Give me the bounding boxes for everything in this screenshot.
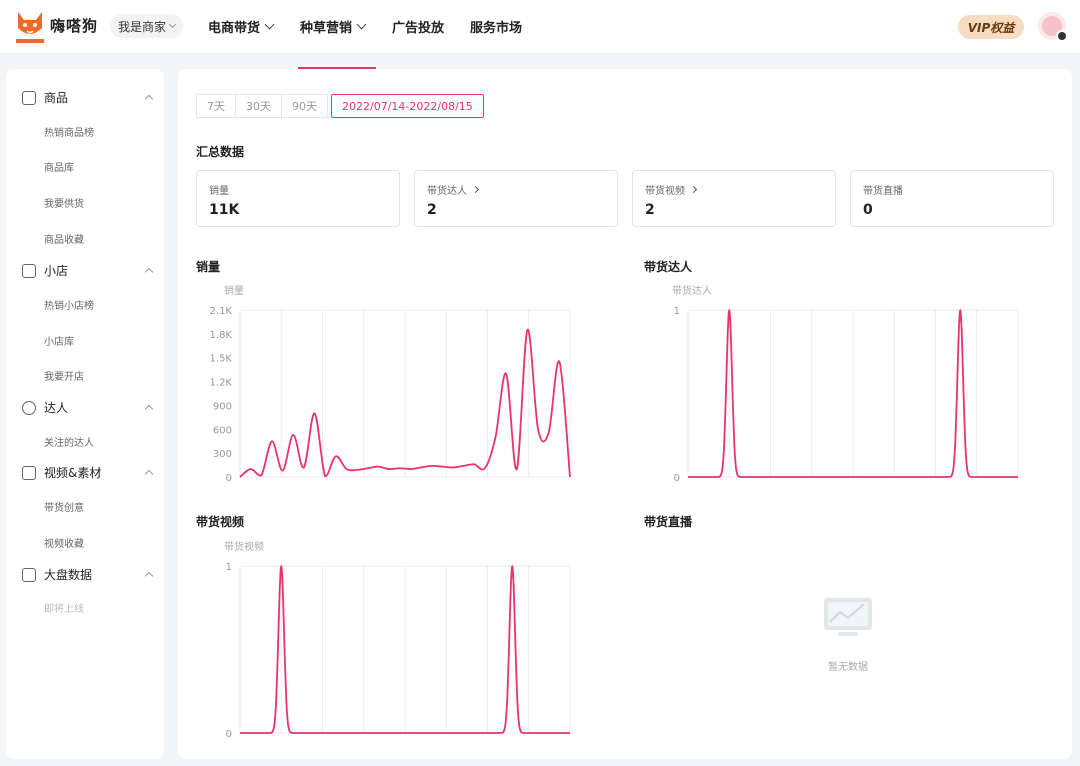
nav-label: 广告投放 bbox=[392, 21, 445, 36]
top-header: 嗨嗒狗 我是商家 电商带货 种草营销 广告投放 服务市场 VIP权益 bbox=[0, 0, 1080, 54]
chevron-up-icon bbox=[144, 404, 154, 414]
sidebar-item-video-fav[interactable]: 视频收藏 bbox=[44, 535, 84, 550]
sidebar-item-hot-goods[interactable]: 热销商品榜 bbox=[44, 124, 94, 139]
y-tick-label: 1 bbox=[226, 562, 232, 573]
card-label: 带货视频 bbox=[645, 182, 698, 197]
card-label: 销量 bbox=[209, 186, 229, 197]
nav-services[interactable]: 服务市场 bbox=[470, 17, 522, 36]
sidebar-item-goods-fav[interactable]: 商品收藏 bbox=[44, 231, 84, 246]
card-value: 11K bbox=[209, 202, 240, 218]
y-tick-label: 0 bbox=[674, 473, 680, 484]
bag-icon bbox=[22, 90, 36, 105]
sidebar-group-label: 商品 bbox=[44, 91, 69, 105]
card-sales: 销量 11K bbox=[196, 170, 400, 227]
role-label: 我是商家 bbox=[118, 19, 167, 34]
y-tick-label: 0 bbox=[226, 729, 232, 740]
empty-chart-icon bbox=[824, 598, 872, 636]
star-icon bbox=[22, 400, 36, 415]
card-creators[interactable]: 带货达人 2 bbox=[414, 170, 618, 227]
empty-text: 暂无数据 bbox=[828, 662, 868, 673]
dashboard-icon bbox=[22, 567, 36, 582]
card-live: 带货直播 0 bbox=[850, 170, 1054, 227]
range-90d[interactable]: 90天 bbox=[281, 94, 328, 118]
y-tick-label: 900 bbox=[213, 401, 232, 412]
sidebar-item-followed-creators[interactable]: 关注的达人 bbox=[44, 434, 94, 449]
live-chart-title: 带货直播 bbox=[644, 515, 693, 529]
video-icon bbox=[22, 465, 36, 480]
y-tick-label: 600 bbox=[213, 425, 232, 436]
card-label: 带货直播 bbox=[863, 186, 903, 197]
videos-chart-title: 带货视频 bbox=[196, 515, 245, 529]
card-value: 2 bbox=[645, 202, 655, 218]
sidebar-item-creatives[interactable]: 带货创意 bbox=[44, 499, 84, 514]
range-7d[interactable]: 7天 bbox=[196, 94, 236, 118]
videos-line-chart: 带货视频 0 1 bbox=[224, 540, 571, 740]
chevron-up-icon bbox=[144, 571, 154, 581]
chevron-down-icon bbox=[264, 19, 275, 30]
nav-seeding[interactable]: 种草营销 bbox=[300, 17, 367, 36]
series-label: 销量 bbox=[224, 284, 244, 297]
role-select[interactable]: 我是商家 bbox=[110, 14, 184, 38]
sidebar-item-hot-shops[interactable]: 热销小店榜 bbox=[44, 297, 94, 312]
card-value: 0 bbox=[863, 202, 873, 218]
sidebar-item-goods-lib[interactable]: 商品库 bbox=[44, 159, 74, 174]
nav-label: 服务市场 bbox=[470, 21, 523, 36]
sidebar-group-market[interactable]: 大盘数据 bbox=[22, 566, 154, 583]
chevron-up-icon bbox=[144, 267, 154, 277]
avatar[interactable] bbox=[1038, 12, 1068, 42]
sidebar-group-label: 小店 bbox=[44, 264, 69, 278]
chevron-down-icon bbox=[356, 19, 367, 30]
live-empty-state: 暂无数据 bbox=[820, 596, 876, 673]
card-videos[interactable]: 带货视频 2 bbox=[632, 170, 836, 227]
date-range-selector: 7天 30天 90天 2022/07/14-2022/08/15 bbox=[196, 94, 484, 118]
fox-logo-icon[interactable] bbox=[14, 8, 46, 44]
creators-line-chart: 带货达人 0 1 bbox=[672, 284, 1019, 484]
creators-chart-title: 带货达人 bbox=[644, 260, 693, 274]
sidebar-group-creators[interactable]: 达人 bbox=[22, 399, 154, 416]
sidebar-item-coming-soon: 即将上线 bbox=[44, 604, 84, 615]
sidebar-group-shop[interactable]: 小店 bbox=[22, 262, 154, 279]
y-tick-label: 2.1K bbox=[210, 306, 233, 317]
series-label: 带货达人 bbox=[672, 284, 712, 297]
series-label: 带货视频 bbox=[224, 540, 264, 553]
y-tick-label: 1.8K bbox=[210, 330, 233, 341]
camera-badge-icon bbox=[1056, 30, 1068, 42]
y-tick-label: 300 bbox=[213, 449, 232, 460]
range-30d[interactable]: 30天 bbox=[235, 94, 282, 118]
sidebar-group-label: 大盘数据 bbox=[44, 568, 93, 582]
sales-line-chart: 销量 0 300 600 900 1.2K 1.5K 1.8K 2.1K bbox=[210, 284, 571, 484]
y-tick-label: 1.5K bbox=[210, 354, 233, 365]
sidebar-item-supply[interactable]: 我要供货 bbox=[44, 195, 84, 210]
sidebar-item-shop-lib[interactable]: 小店库 bbox=[44, 333, 74, 348]
card-label: 带货达人 bbox=[427, 182, 480, 197]
sidebar-group-video[interactable]: 视频&素材 bbox=[22, 464, 154, 481]
logo-text: 嗨嗒狗 bbox=[50, 17, 99, 35]
y-tick-label: 1 bbox=[674, 306, 680, 317]
vip-button[interactable]: VIP权益 bbox=[958, 15, 1024, 39]
chevron-down-icon bbox=[168, 20, 177, 29]
sidebar-group-label: 达人 bbox=[44, 401, 69, 415]
chevron-up-icon bbox=[144, 469, 154, 479]
sidebar-item-open-shop[interactable]: 我要开店 bbox=[44, 368, 84, 383]
y-tick-label: 1.2K bbox=[210, 378, 233, 389]
nav-ecommerce[interactable]: 电商带货 bbox=[208, 17, 275, 36]
summary-title: 汇总数据 bbox=[196, 145, 245, 159]
range-custom[interactable]: 2022/07/14-2022/08/15 bbox=[331, 94, 484, 118]
card-value: 2 bbox=[427, 202, 437, 218]
chevron-right-icon bbox=[689, 185, 698, 194]
chevron-right-icon bbox=[471, 185, 480, 194]
active-tab-indicator bbox=[298, 67, 376, 69]
nav-label: 种草营销 bbox=[300, 21, 353, 36]
nav-ads[interactable]: 广告投放 bbox=[392, 17, 444, 36]
sidebar-group-label: 视频&素材 bbox=[44, 466, 102, 480]
sidebar-group-goods[interactable]: 商品 bbox=[22, 89, 154, 106]
y-tick-label: 0 bbox=[226, 473, 232, 484]
sidebar: 商品 热销商品榜 商品库 我要供货 商品收藏 小店 热销小店榜 小店库 我要开店… bbox=[6, 69, 164, 759]
shop-icon bbox=[22, 263, 36, 278]
chevron-up-icon bbox=[144, 94, 154, 104]
sales-chart-title: 销量 bbox=[196, 260, 221, 274]
nav-label: 电商带货 bbox=[208, 21, 261, 36]
